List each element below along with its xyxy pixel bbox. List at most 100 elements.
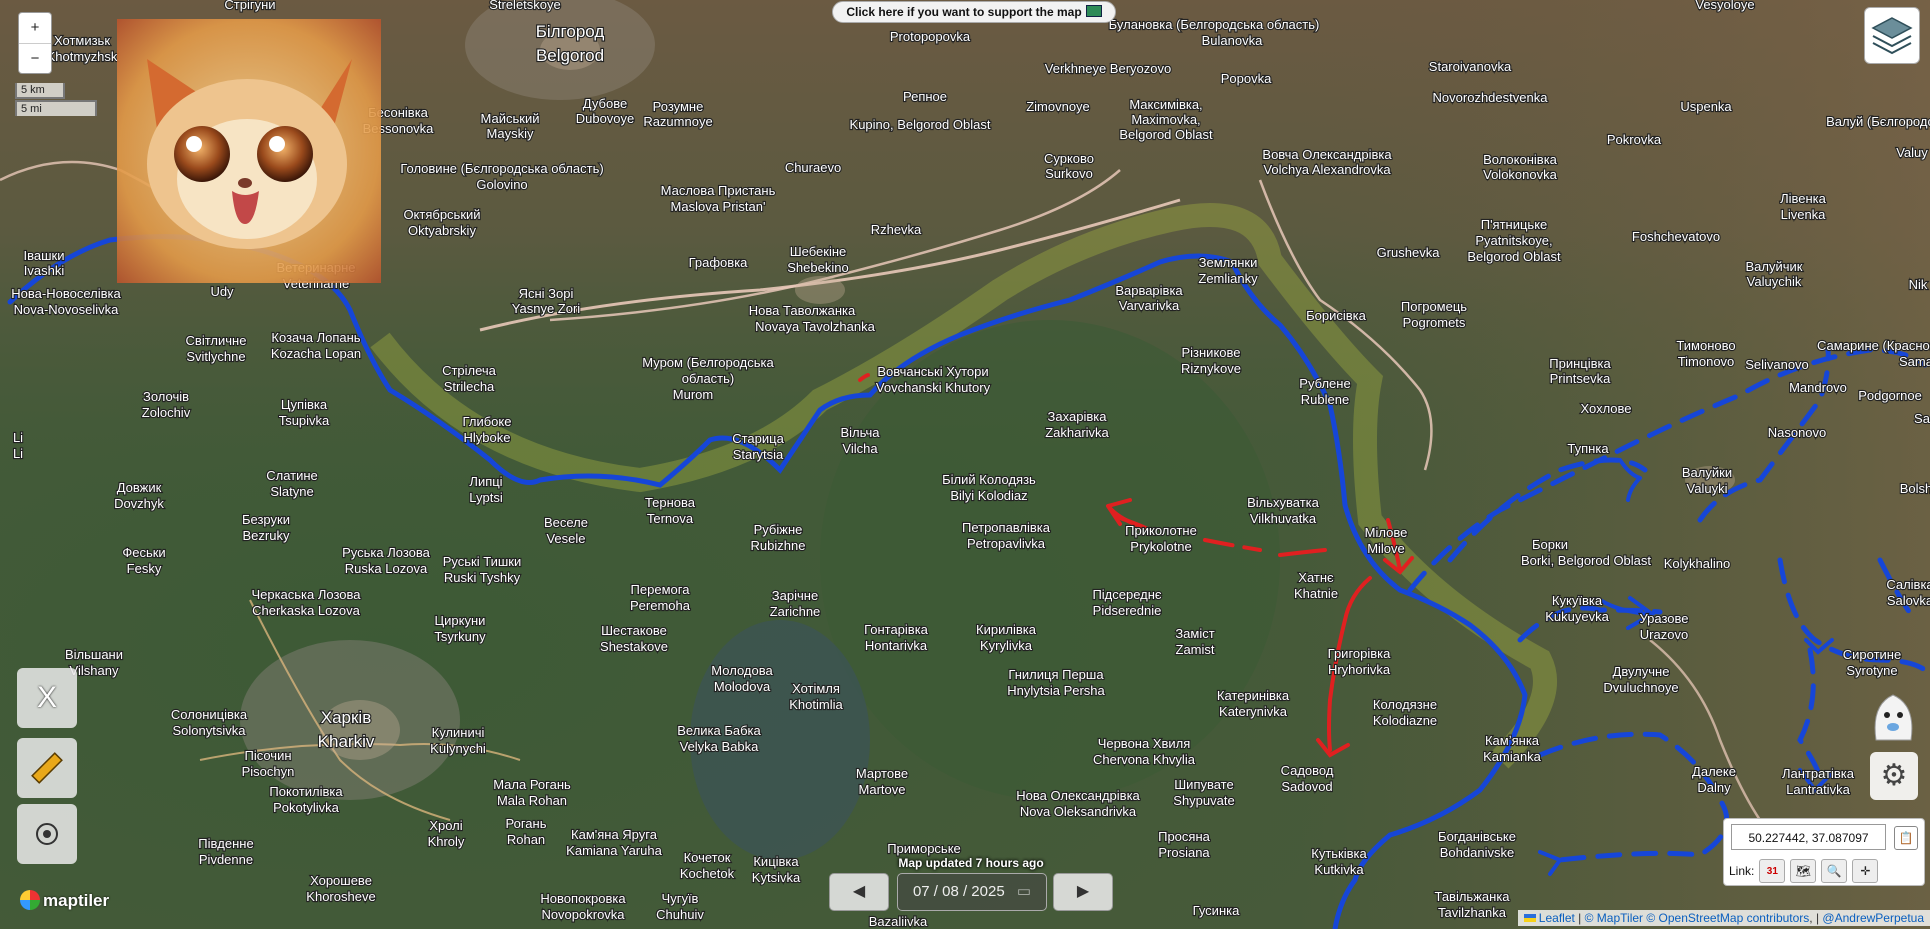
previous-date-button[interactable]: ◀: [829, 873, 889, 911]
settings-button[interactable]: ⚙: [1870, 752, 1918, 800]
place-label: Nik: [1909, 277, 1928, 292]
place-label: Mala Rohan: [497, 793, 567, 808]
place-label: Захарiвка: [1048, 409, 1108, 424]
arrow-left-icon: ◀: [852, 883, 866, 900]
place-label: Колодязне: [1373, 697, 1437, 712]
crosshair-link-button[interactable]: ✛: [1852, 859, 1879, 883]
place-label: Vilkhuvatka: [1250, 511, 1317, 526]
place-label: Varvarivka: [1119, 298, 1180, 313]
place-label: Черкаська Лозова: [251, 587, 361, 602]
place-label: Katerynivka: [1219, 704, 1288, 719]
place-label: Prykolotne: [1130, 539, 1191, 554]
place-label: Salovka: [1887, 593, 1930, 608]
calendar-link-button[interactable]: 31: [1759, 859, 1786, 883]
place-label: Велика Бабка: [677, 723, 761, 738]
place-label: Pokrovka: [1607, 132, 1662, 147]
place-label: Хорошеве: [310, 873, 372, 888]
maptiler-link[interactable]: © MapTiler: [1585, 911, 1643, 925]
place-label: Івашки: [24, 248, 65, 263]
calendar-icon: 31: [1766, 865, 1778, 877]
place-label: Лiвенка: [1780, 191, 1827, 206]
place-label: Землянки: [1199, 255, 1258, 270]
support-banner-text: Click here if you want to support the ma…: [846, 5, 1082, 19]
coordinates-input[interactable]: 50.227442, 37.087097: [1731, 824, 1886, 850]
place-label: Слатине: [266, 468, 318, 483]
place-label: Timonovo: [1678, 354, 1735, 369]
place-label: Вовча Олександрiвка: [1262, 147, 1392, 162]
place-label: Belgorod Oblast: [1119, 127, 1213, 142]
place-label: Шестакове: [601, 623, 667, 638]
place-label: Хотiмля: [792, 681, 840, 696]
support-banner[interactable]: Click here if you want to support the ma…: [832, 1, 1116, 23]
maptiler-logo[interactable]: maptiler: [20, 890, 109, 911]
place-label: Pogromets: [1403, 315, 1466, 330]
zoom-out-button[interactable]: −: [19, 44, 51, 74]
osm-link[interactable]: © OpenStreetMap contributors: [1646, 911, 1809, 925]
place-label: Борки: [1532, 537, 1568, 552]
place-label: Новопокровка: [540, 891, 626, 906]
map-link-button[interactable]: 🗺: [1790, 859, 1817, 883]
leaflet-link[interactable]: Leaflet: [1539, 911, 1575, 925]
place-label: Bazaliivka: [869, 914, 928, 929]
place-label: Кулиничi: [432, 725, 485, 740]
next-date-button[interactable]: ▶: [1053, 873, 1113, 911]
x-share-button[interactable]: X: [17, 668, 77, 728]
arrow-right-icon: ▶: [1076, 883, 1090, 900]
place-label: Kamianka: [1483, 749, 1542, 764]
place-label: Рублене: [1299, 376, 1350, 391]
place-label: Surkovo: [1045, 166, 1093, 181]
place-label: Kamiana Yaruha: [566, 843, 662, 858]
place-label: Kharkiv: [318, 732, 375, 751]
place-label: Цупiвка: [281, 397, 328, 412]
place-label: Гонтарiвка: [864, 622, 929, 637]
place-label: Hryhorivka: [1328, 662, 1391, 677]
place-label: Червона Хвиля: [1098, 736, 1191, 751]
place-label: Сиротине: [1843, 647, 1901, 662]
copy-coordinates-button[interactable]: 📋: [1894, 826, 1918, 850]
place-label: Камʼянка: [1485, 733, 1540, 748]
date-input[interactable]: 07 / 08 / 2025 ▭: [897, 873, 1047, 911]
place-label: Sa: [1914, 411, 1930, 426]
ruler-button[interactable]: [17, 738, 77, 798]
place-label: Борисiвка: [1306, 308, 1367, 323]
place-label: Погромець: [1401, 299, 1467, 314]
place-label: Novopokrovka: [541, 907, 625, 922]
place-label: Розумне: [653, 99, 704, 114]
author-link[interactable]: @AndrewPerpetua: [1822, 911, 1924, 925]
layers-button[interactable]: [1864, 7, 1920, 64]
locate-button[interactable]: [17, 804, 77, 864]
place-label: Богданiвське: [1438, 829, 1516, 844]
place-label: Графовка: [689, 255, 749, 270]
place-label: Razumnoye: [643, 114, 712, 129]
place-label: Lantrativka: [1786, 782, 1850, 797]
place-label: Tavilzhanka: [1438, 905, 1507, 920]
place-label: Novaya Tavolzhanka: [755, 319, 875, 334]
place-label: Гусинка: [1193, 903, 1240, 918]
place-label: Syrotyne: [1846, 663, 1897, 678]
place-label: Rublene: [1301, 392, 1349, 407]
place-label: Zakharivka: [1045, 425, 1109, 440]
place-label: Valuyki: [1687, 481, 1728, 496]
search-link-button[interactable]: 🔍: [1821, 859, 1848, 883]
zoom-in-button[interactable]: +: [19, 13, 51, 44]
place-label: Shypuvate: [1173, 793, 1234, 808]
place-label: Довжик: [117, 480, 162, 495]
place-label: Bolsh: [1900, 481, 1930, 496]
place-label: Харкiв: [321, 708, 372, 727]
place-label: Petropavlivka: [967, 536, 1046, 551]
place-label: Садовод: [1281, 763, 1334, 778]
place-label: Verkhneye Beryozovo: [1045, 61, 1171, 76]
place-label: Martove: [859, 782, 906, 797]
place-label: Булановка (Белгородська область): [1109, 17, 1320, 32]
place-label: Кочеток: [684, 850, 731, 865]
place-label: Kolykhalino: [1664, 556, 1731, 571]
place-label: Kozacha Lopan: [271, 346, 361, 361]
place-label: Nasonovo: [1768, 425, 1827, 440]
place-label: Pisochyn: [242, 764, 295, 779]
place-label: Пiвденне: [198, 836, 253, 851]
date-value: 07 / 08 / 2025: [912, 883, 1005, 900]
place-label: Майський: [481, 111, 540, 126]
place-label: Hlyboke: [464, 430, 511, 445]
place-label: Podgornoe: [1858, 388, 1922, 403]
place-label: Самарине (Красногвард: [1817, 338, 1930, 353]
